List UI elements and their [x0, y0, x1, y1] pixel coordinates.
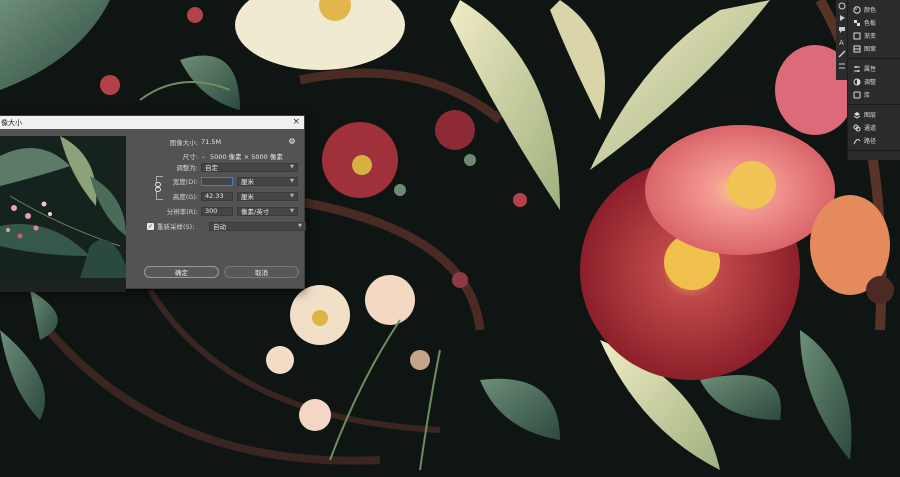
image-preview[interactable]	[0, 136, 126, 292]
gear-icon[interactable]	[288, 137, 296, 147]
panel-tab-swatches[interactable]: 色板	[848, 16, 900, 29]
dialog-title: 像大小	[1, 118, 22, 127]
resolution-input[interactable]: 300	[201, 206, 233, 216]
panel-tab-color-label: 颜色	[864, 7, 877, 14]
panel-tab-properties-label: 属性	[864, 66, 877, 73]
resolution-label: 分辨率(R):	[166, 208, 198, 216]
properties-icon	[852, 64, 861, 73]
width-unit-value: 厘米	[241, 178, 254, 186]
height-unit-value: 厘米	[241, 193, 254, 201]
adjustments-icon	[852, 77, 861, 86]
paths-icon	[852, 136, 861, 145]
svg-text:A: A	[839, 39, 844, 46]
panel-tab-layers[interactable]: 图层	[848, 108, 900, 121]
ok-button[interactable]: 确定	[144, 266, 219, 278]
cancel-button[interactable]: 取消	[224, 266, 299, 278]
panel-tab-paths-label: 路径	[864, 138, 877, 145]
resolution-unit-value: 像素/英寸	[241, 208, 270, 216]
height-label: 高度(G):	[172, 193, 198, 201]
panel-tab-libraries[interactable]: 库	[848, 88, 900, 101]
image-size-row: 图像大小: 71.5M	[126, 137, 221, 147]
dimensions-value: 5000 像素 × 5000 像素	[210, 153, 283, 161]
width-unit-select[interactable]: 厘米 ▼	[237, 176, 298, 186]
resolution-row: 分辨率(R): 300 像素/英寸 ▼	[126, 206, 298, 216]
panel-group-properties: 属性 调整 库	[848, 59, 900, 105]
panel-tab-layers-label: 图层	[864, 112, 877, 119]
image-size-label: 图像大小:	[169, 139, 198, 147]
panel-tab-patterns-label: 图案	[864, 46, 877, 53]
panel-tab-gradients-label: 渐变	[864, 33, 877, 40]
resample-row: ✓ 重新采样(S): 自动 ▼	[147, 221, 306, 231]
chevron-down-icon: ▼	[290, 208, 294, 214]
resample-checkbox[interactable]: ✓	[147, 222, 154, 230]
fit-to-row: 调整为: 自定 ▼	[126, 162, 298, 172]
panel-group-color: 颜色 色板 渐变 图案	[848, 0, 900, 59]
resample-select[interactable]: 自动 ▼	[209, 221, 306, 231]
layers-icon	[852, 110, 861, 119]
palette-icon	[852, 5, 861, 14]
panel-tab-channels[interactable]: 通道	[848, 121, 900, 134]
chevron-down-icon: ▼	[298, 223, 302, 229]
width-label: 宽度(D):	[172, 178, 198, 186]
dimensions-row: 尺寸: ⌄ 5000 像素 × 5000 像素	[126, 151, 283, 162]
resolution-unit-select[interactable]: 像素/英寸 ▼	[237, 206, 298, 216]
libraries-icon	[852, 90, 861, 99]
panel-tab-gradients[interactable]: 渐变	[848, 29, 900, 42]
height-row: 高度(G): 42.33 厘米 ▼	[126, 191, 298, 201]
fit-to-label: 调整为:	[176, 164, 198, 172]
resample-value: 自动	[213, 223, 226, 231]
channels-icon	[852, 123, 861, 132]
chevron-down-icon: ▼	[290, 178, 294, 184]
panel-tab-swatches-label: 色板	[864, 20, 877, 27]
pattern-icon	[852, 44, 861, 53]
width-row: 宽度(D): 厘米 ▼	[126, 176, 298, 186]
gradient-icon	[852, 31, 861, 40]
height-input[interactable]: 42.33	[201, 191, 233, 201]
panel-tab-channels-label: 通道	[864, 125, 877, 132]
resample-label: 重新采样(S):	[157, 223, 195, 231]
panel-tab-libraries-label: 库	[864, 92, 871, 99]
chevron-down-icon: ▼	[290, 193, 294, 199]
settings-gear[interactable]	[288, 137, 296, 147]
image-size-dialog: 像大小 × 图像大小: 71.5M 尺寸: ⌄ 5000 像素 × 5000 像…	[0, 115, 306, 292]
dimensions-label: 尺寸:	[182, 153, 198, 161]
right-panel-dock: 颜色 色板 渐变 图案 属性 调整 库 图层 通道 路径	[847, 0, 900, 160]
chevron-down-icon: ▼	[290, 164, 294, 170]
panel-tab-adjustments-label: 调整	[864, 79, 877, 86]
panel-group-layers: 图层 通道 路径	[848, 105, 900, 151]
panel-tab-properties[interactable]: 属性	[848, 62, 900, 75]
chevron-down-icon[interactable]: ⌄	[201, 153, 206, 160]
preview-artwork	[0, 136, 126, 278]
image-size-value: 71.5M	[201, 138, 222, 146]
panel-tab-adjustments[interactable]: 调整	[848, 75, 900, 88]
dialog-titlebar[interactable]: 像大小 ×	[0, 116, 304, 129]
fit-to-select[interactable]: 自定 ▼	[201, 162, 298, 172]
panel-tab-paths[interactable]: 路径	[848, 134, 900, 147]
panel-tab-patterns[interactable]: 图案	[848, 42, 900, 55]
fit-to-value: 自定	[205, 164, 218, 172]
panel-tab-color[interactable]: 颜色	[848, 3, 900, 16]
width-input[interactable]	[201, 176, 233, 186]
swatches-icon	[852, 18, 861, 27]
close-button[interactable]: ×	[292, 118, 300, 127]
height-unit-select[interactable]: 厘米 ▼	[237, 191, 298, 201]
